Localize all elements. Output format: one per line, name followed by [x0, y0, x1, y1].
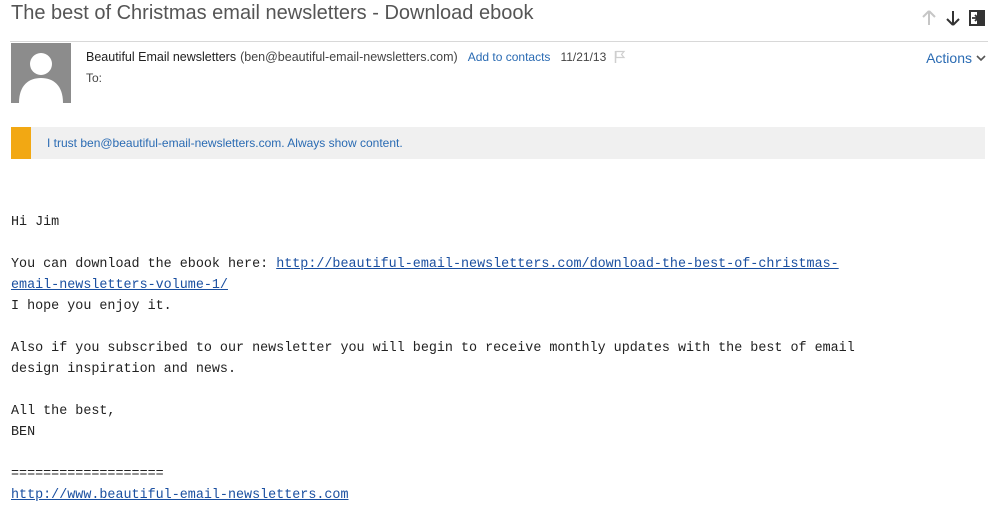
subscribe-line-1: Also if you subscribed to our newsletter…: [11, 341, 855, 356]
to-label: To:: [86, 71, 103, 85]
trust-sender-link[interactable]: I trust ben@beautiful-email-newsletters.…: [47, 136, 403, 150]
signature: BEN: [11, 425, 36, 440]
popout-button[interactable]: [967, 8, 987, 28]
trust-sender-bar: I trust ben@beautiful-email-newsletters.…: [11, 127, 985, 159]
chevron-down-icon: [976, 55, 986, 62]
trust-bar-accent: [11, 127, 31, 159]
signoff: All the best,: [11, 404, 116, 419]
download-line-cont: email-newsletters-volume-1/: [11, 275, 981, 296]
email-subject: The best of Christmas email newsletters …: [11, 2, 534, 24]
actions-label: Actions: [926, 50, 972, 66]
email-reading-pane: The best of Christmas email newsletters …: [0, 0, 997, 515]
header-divider: [10, 41, 988, 42]
site-link-line: http://www.beautiful-email-newsletters.c…: [11, 485, 981, 506]
previous-message-button[interactable]: [919, 8, 939, 28]
sender-email: (ben@beautiful-email-newsletters.com): [240, 50, 458, 64]
flag-icon[interactable]: [614, 50, 626, 64]
site-link[interactable]: http://www.beautiful-email-newsletters.c…: [11, 488, 349, 503]
download-line: You can download the ebook here: http://…: [11, 254, 981, 275]
popout-icon: [969, 10, 985, 26]
arrow-up-icon: [922, 10, 936, 25]
next-message-button[interactable]: [943, 8, 963, 28]
download-prefix: You can download the ebook here:: [11, 257, 277, 272]
add-to-contacts-link[interactable]: Add to contacts: [468, 50, 551, 64]
avatar: [11, 43, 71, 103]
actions-menu-button[interactable]: Actions: [926, 50, 986, 66]
enjoy-line: I hope you enjoy it.: [11, 299, 172, 314]
divider-text: ===================: [11, 467, 164, 482]
sent-date: 11/21/13: [560, 50, 607, 64]
sender-line: Beautiful Email newsletters (ben@beautif…: [86, 50, 626, 64]
download-link[interactable]: http://beautiful-email-newsletters.com/d…: [276, 257, 839, 272]
email-body: Hi Jim You can download the ebook here: …: [11, 212, 981, 506]
sender-name: Beautiful Email newsletters: [86, 50, 237, 64]
arrow-down-icon: [946, 11, 960, 26]
download-link-continued[interactable]: email-newsletters-volume-1/: [11, 278, 228, 293]
message-nav-controls: [919, 8, 987, 28]
subscribe-line-2: design inspiration and news.: [11, 362, 236, 377]
person-silhouette-icon: [19, 53, 63, 103]
greeting: Hi Jim: [11, 215, 60, 230]
